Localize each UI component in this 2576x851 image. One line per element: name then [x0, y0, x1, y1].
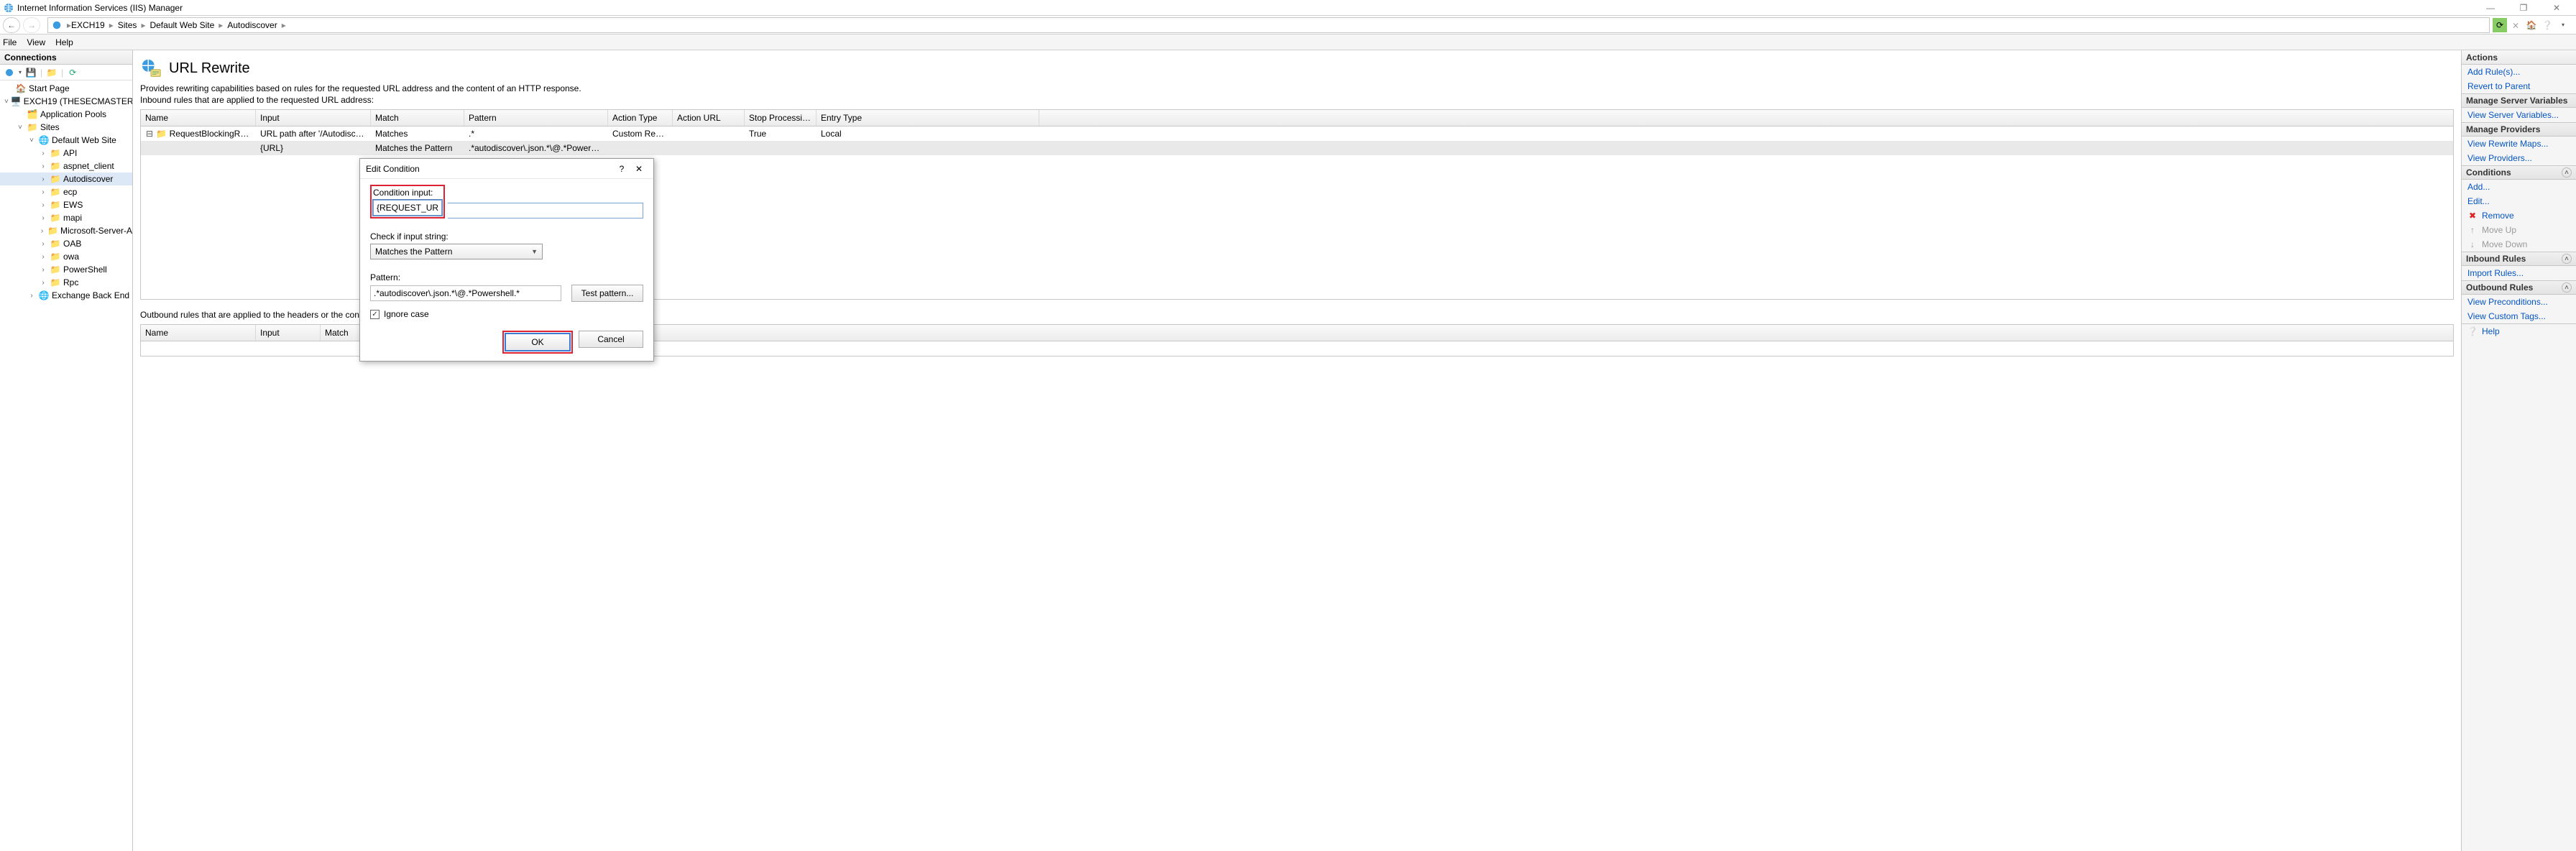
section-inbound-rules: Inbound Rules˄ — [2462, 252, 2576, 266]
condition-input-field-ext[interactable] — [448, 203, 643, 218]
section-manage-server-variables: Manage Server Variables — [2462, 93, 2576, 108]
ok-button[interactable]: OK — [505, 334, 570, 351]
breadcrumb-item[interactable]: Default Web Site — [150, 20, 214, 30]
iis-icon — [3, 2, 14, 14]
up-icon[interactable]: 📁 — [45, 66, 58, 79]
action-revert[interactable]: Revert to Parent — [2462, 79, 2576, 93]
check-label: Check if input string: — [370, 231, 643, 242]
tree-child[interactable]: ›📁EWS — [0, 198, 132, 211]
action-add-rules[interactable]: Add Rule(s)... — [2462, 65, 2576, 79]
breadcrumb[interactable]: ▸ EXCH19▸ Sites▸ Default Web Site▸ Autod… — [47, 17, 2490, 33]
collapse-icon[interactable]: ˄ — [2562, 167, 2572, 178]
close-button[interactable]: ✕ — [2540, 0, 2573, 16]
server-icon — [51, 19, 63, 31]
center-panel: URL Rewrite Provides rewriting capabilit… — [133, 50, 2461, 851]
dialog-title: Edit Condition — [366, 164, 420, 174]
action-edit-condition[interactable]: Edit... — [2462, 194, 2576, 208]
breadcrumb-item[interactable]: Sites — [118, 20, 137, 30]
cancel-button[interactable]: Cancel — [579, 331, 643, 348]
tree-child[interactable]: ›📁OAB — [0, 237, 132, 250]
menu-bar: File View Help — [0, 34, 2576, 50]
tree-server[interactable]: ˅🖥️EXCH19 (THESECMASTER\Ad — [0, 95, 132, 108]
action-view-server-variables[interactable]: View Server Variables... — [2462, 108, 2576, 122]
action-import-rules[interactable]: Import Rules... — [2462, 266, 2576, 280]
collapse-icon[interactable]: ˄ — [2562, 254, 2572, 264]
tree-child[interactable]: ›📁PowerShell — [0, 263, 132, 276]
tree-default-web-site[interactable]: ˅🌐Default Web Site — [0, 134, 132, 147]
breadcrumb-item[interactable]: Autodiscover — [227, 20, 277, 30]
up-arrow-icon: ↑ — [2467, 225, 2478, 235]
test-pattern-button[interactable]: Test pattern... — [571, 285, 643, 302]
section-manage-providers: Manage Providers — [2462, 122, 2576, 137]
ignore-case-checkbox[interactable]: ✓ — [370, 310, 380, 319]
minimize-button[interactable]: — — [2474, 0, 2507, 16]
action-view-custom-tags[interactable]: View Custom Tags... — [2462, 309, 2576, 323]
back-button[interactable]: ← — [3, 17, 20, 33]
tree-child[interactable]: ›📁mapi — [0, 211, 132, 224]
help-icon[interactable]: ❔ — [2540, 18, 2554, 32]
help-dropdown-icon[interactable]: ▾ — [2556, 18, 2570, 32]
action-view-providers[interactable]: View Providers... — [2462, 151, 2576, 165]
tree-child[interactable]: ›📁aspnet_client — [0, 160, 132, 172]
tree-child[interactable]: ›📁API — [0, 147, 132, 160]
edit-condition-dialog: Edit Condition ? ✕ Condition input: Chec… — [359, 158, 654, 362]
actions-header: Actions — [2462, 50, 2576, 65]
condition-input-field[interactable] — [373, 200, 442, 216]
refresh-icon[interactable]: ⟳ — [2493, 18, 2507, 32]
dialog-help-button[interactable]: ? — [613, 164, 630, 174]
action-add-condition[interactable]: Add... — [2462, 180, 2576, 194]
tree-sites[interactable]: ˅📁Sites — [0, 121, 132, 134]
action-move-down: ↓Move Down — [2462, 237, 2576, 252]
action-help[interactable]: ❔Help — [2462, 324, 2576, 339]
menu-help[interactable]: Help — [55, 37, 73, 47]
window-title: Internet Information Services (IIS) Mana… — [17, 3, 183, 13]
address-bar: ← → ▸ EXCH19▸ Sites▸ Default Web Site▸ A… — [0, 16, 2576, 34]
action-view-preconditions[interactable]: View Preconditions... — [2462, 295, 2576, 309]
connections-toolbar: ▾ 💾 | 📁 | ⟳ — [0, 65, 132, 80]
save-icon[interactable]: 💾 — [24, 66, 37, 79]
dialog-close-button[interactable]: ✕ — [630, 164, 648, 174]
refresh-tree-icon[interactable]: ⟳ — [66, 66, 79, 79]
forward-button[interactable]: → — [23, 17, 40, 33]
condition-input-label: Condition input: — [373, 188, 442, 198]
pattern-label: Pattern: — [370, 272, 643, 282]
action-move-up: ↑Move Up — [2462, 223, 2576, 237]
tree-start-page[interactable]: 🏠Start Page — [0, 82, 132, 95]
action-remove-condition[interactable]: ✖Remove — [2462, 208, 2576, 223]
breadcrumb-item[interactable]: EXCH19 — [71, 20, 105, 30]
ignore-case-label: Ignore case — [384, 309, 429, 319]
maximize-button[interactable]: ❐ — [2507, 0, 2540, 16]
connections-header: Connections — [0, 50, 132, 65]
help-icon: ❔ — [2467, 326, 2478, 336]
down-arrow-icon: ↓ — [2467, 239, 2478, 249]
tree-child[interactable]: ›📁ecp — [0, 185, 132, 198]
check-select[interactable]: Matches the Pattern ▼ — [370, 244, 543, 259]
tree-child[interactable]: ›📁Rpc — [0, 276, 132, 289]
stop-icon[interactable]: ⨯ — [2508, 18, 2523, 32]
connections-panel: Connections ▾ 💾 | 📁 | ⟳ 🏠Start Page ˅🖥️E… — [0, 50, 133, 851]
tree-exchange-back-end[interactable]: ›🌐Exchange Back End — [0, 289, 132, 302]
connect-icon[interactable] — [3, 66, 16, 79]
tree-child-autodiscover[interactable]: ›📁Autodiscover — [0, 172, 132, 185]
collapse-icon[interactable]: ˄ — [2562, 282, 2572, 293]
section-conditions: Conditions˄ — [2462, 165, 2576, 180]
tree-child[interactable]: ›📁Microsoft-Server-A — [0, 224, 132, 237]
pattern-field[interactable]: .*autodiscover\.json.*\@.*Powershell.* — [370, 285, 561, 301]
tree-child[interactable]: ›📁owa — [0, 250, 132, 263]
home-icon[interactable]: 🏠 — [2524, 18, 2539, 32]
connections-tree[interactable]: 🏠Start Page ˅🖥️EXCH19 (THESECMASTER\Ad 🗂… — [0, 80, 132, 851]
remove-icon: ✖ — [2467, 211, 2478, 221]
menu-view[interactable]: View — [27, 37, 45, 47]
title-bar: Internet Information Services (IIS) Mana… — [0, 0, 2576, 16]
action-view-rewrite-maps[interactable]: View Rewrite Maps... — [2462, 137, 2576, 151]
actions-panel: Actions Add Rule(s)... Revert to Parent … — [2461, 50, 2576, 851]
tree-app-pools[interactable]: 🗂️Application Pools — [0, 108, 132, 121]
section-outbound-rules: Outbound Rules˄ — [2462, 280, 2576, 295]
chevron-down-icon: ▼ — [531, 248, 538, 255]
menu-file[interactable]: File — [3, 37, 17, 47]
